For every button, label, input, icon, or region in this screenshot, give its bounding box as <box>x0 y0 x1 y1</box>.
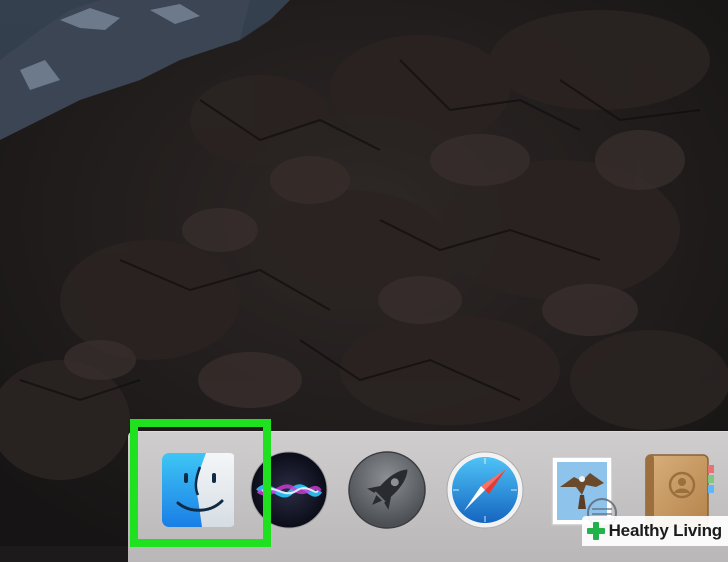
rocket-icon <box>348 451 426 529</box>
compass-icon <box>446 451 524 529</box>
plus-logo-icon <box>586 522 605 540</box>
dock-item-launchpad[interactable] <box>344 447 430 533</box>
watermark-text: Healthy Living <box>608 521 723 540</box>
healthy-living-watermark: Healthy Living <box>581 516 728 546</box>
finder-highlight-box <box>130 419 271 547</box>
dock-item-safari[interactable] <box>442 447 528 533</box>
